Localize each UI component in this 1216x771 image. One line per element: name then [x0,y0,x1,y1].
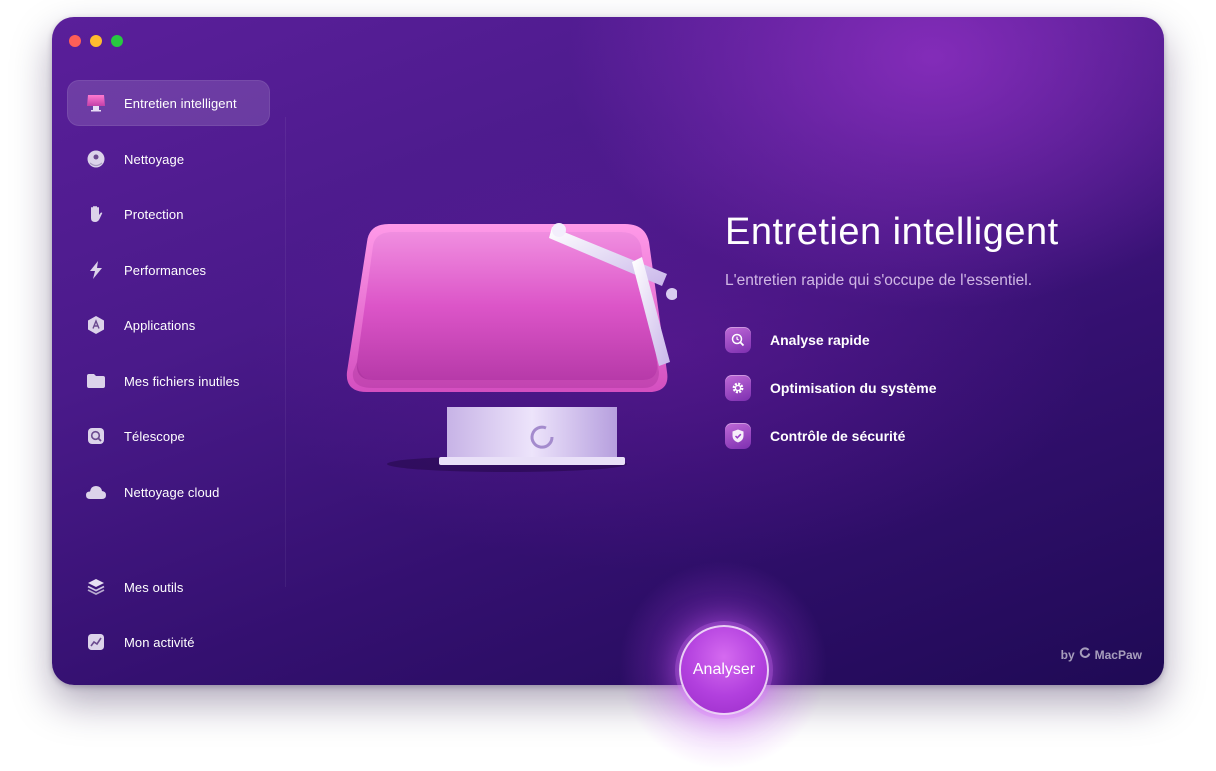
sidebar-item-telescope[interactable]: Télescope [67,413,270,459]
disk-icon [85,148,107,170]
sidebar-item-label: Performances [124,262,207,278]
sidebar-item-label: Télescope [124,428,185,444]
sidebar-item-mes-outils[interactable]: Mes outils [67,564,270,610]
macpaw-logo-icon [1079,647,1091,662]
activity-chart-icon [85,631,107,653]
sidebar-item-label: Entretien intelligent [124,95,237,111]
sidebar-item-mon-activite[interactable]: Mon activité [67,619,270,665]
scan-button[interactable]: Analyser [679,625,769,715]
applications-icon [85,314,107,336]
hero-illustration [337,212,678,472]
scan-button-label: Analyser [692,661,756,678]
info-panel: Entretien intelligent L'entretien rapide… [725,211,1059,449]
sidebar: Entretien intelligent Nettoyage Protecti… [52,17,285,685]
brand-prefix: by [1060,647,1075,662]
feature-analyse-rapide: Analyse rapide [725,327,1059,353]
shield-check-icon [725,423,751,449]
feature-label: Contrôle de sécurité [770,428,906,444]
cloud-icon [85,481,107,503]
hand-icon [85,203,107,225]
sidebar-item-label: Protection [124,206,184,222]
feature-controle-securite: Contrôle de sécurité [725,423,1059,449]
sidebar-item-mes-fichiers-inutiles[interactable]: Mes fichiers inutiles [67,358,270,404]
app-window: Entretien intelligent Nettoyage Protecti… [52,17,1164,685]
sidebar-divider [285,117,286,587]
feature-optimisation-systeme: Optimisation du système [725,375,1059,401]
magnifier-clock-icon [725,327,751,353]
page-subtitle: L'entretien rapide qui s'occupe de l'ess… [725,272,1033,289]
gear-icon [725,375,751,401]
sidebar-item-entretien-intelligent[interactable]: Entretien intelligent [67,80,270,126]
sidebar-item-label: Mes fichiers inutiles [124,373,240,389]
telescope-icon [85,425,107,447]
page-title: Entretien intelligent [725,211,1059,253]
feature-label: Analyse rapide [770,332,870,348]
sidebar-item-label: Nettoyage cloud [124,484,220,500]
feature-label: Optimisation du système [770,380,937,396]
sidebar-item-label: Nettoyage [124,151,185,167]
sidebar-item-protection[interactable]: Protection [67,191,270,237]
layers-icon [85,576,107,598]
folder-icon [85,370,107,392]
sidebar-item-label: Mes outils [124,579,184,595]
brand-name: MacPaw [1094,647,1142,662]
monitor-icon [85,92,107,114]
sidebar-item-label: Mon activité [124,634,195,650]
lightning-icon [85,259,107,281]
sidebar-item-label: Applications [124,317,196,333]
sidebar-item-performances[interactable]: Performances [67,247,270,293]
sidebar-item-nettoyage[interactable]: Nettoyage [67,136,270,182]
sidebar-item-nettoyage-cloud[interactable]: Nettoyage cloud [67,469,270,515]
brand-credit: by MacPaw [1061,647,1142,662]
sidebar-item-applications[interactable]: Applications [67,302,270,348]
